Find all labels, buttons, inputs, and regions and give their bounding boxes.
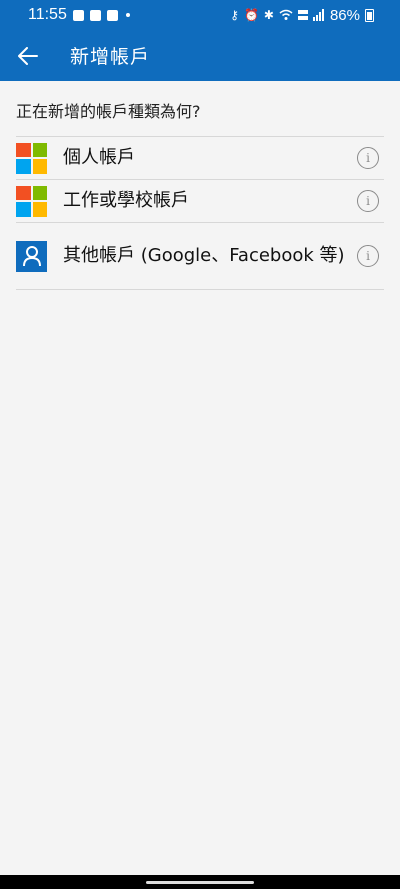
image-icon [72, 9, 84, 21]
account-option-label: 個人帳戶 [63, 147, 135, 168]
alarm-icon: ⏰ [243, 8, 259, 22]
teams-icon [106, 9, 118, 21]
page-title: 新增帳戶 [70, 46, 151, 68]
status-bar: 11:55 ⚷ ⏰ ✱ 86% [0, 0, 400, 30]
status-time: 11:55 [28, 6, 67, 23]
account-option-work-school[interactable]: 工作或學校帳戶 i [16, 179, 384, 222]
info-icon[interactable]: i [357, 147, 379, 169]
battery-icon [365, 8, 374, 22]
info-icon[interactable]: i [357, 245, 379, 267]
volte-icon [297, 10, 308, 20]
home-gesture-handle[interactable] [146, 881, 254, 884]
teams-icon [89, 9, 101, 21]
wifi-icon [279, 9, 293, 20]
bluetooth-icon: ✱ [263, 8, 274, 22]
info-icon[interactable]: i [357, 190, 379, 212]
system-nav-bar [0, 875, 400, 889]
account-option-label: 其他帳戶 (Google、Facebook 等) [63, 245, 345, 266]
account-option-other[interactable]: 其他帳戶 (Google、Facebook 等) i [16, 222, 384, 290]
back-button[interactable] [2, 30, 54, 81]
notification-dot-icon [125, 13, 130, 17]
account-option-label: 工作或學校帳戶 [63, 190, 189, 211]
arrow-left-icon [18, 46, 38, 65]
microsoft-logo-icon [16, 185, 47, 217]
person-icon [16, 240, 47, 272]
battery-percent: 86% [329, 6, 360, 24]
signal-icon [312, 9, 324, 21]
account-type-question: 正在新增的帳戶種類為何? [16, 102, 201, 121]
app-bar: 新增帳戶 [0, 30, 400, 81]
key-icon: ⚷ [230, 8, 239, 22]
account-type-list: 個人帳戶 i 工作或學校帳戶 i 其他帳戶 (Google、Facebook 等… [16, 136, 384, 290]
microsoft-logo-icon [16, 142, 47, 174]
account-option-personal[interactable]: 個人帳戶 i [16, 136, 384, 179]
